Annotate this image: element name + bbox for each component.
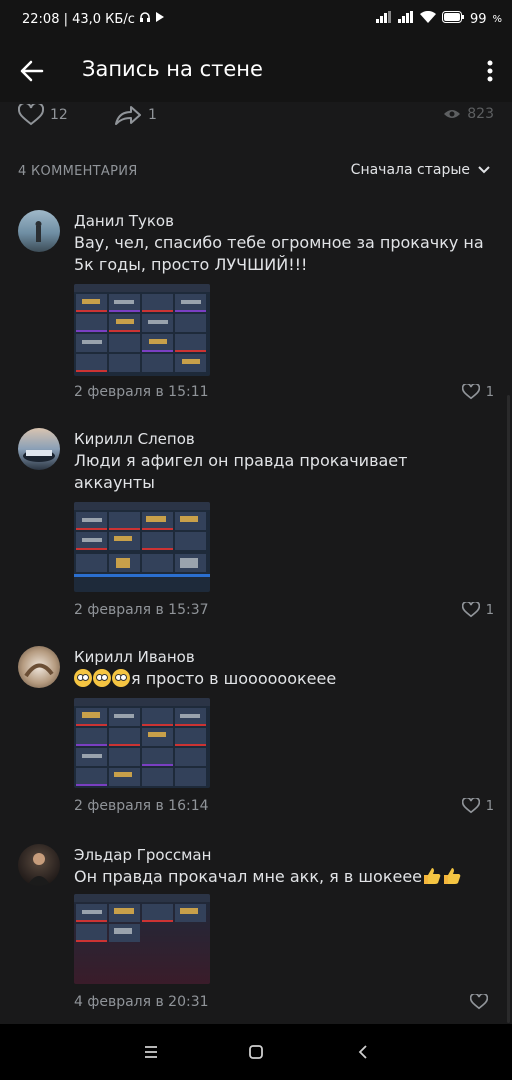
comment-text-row: Он правда прокачал мне акк, я в шокеее [74, 866, 492, 888]
comment-author[interactable]: Эльдар Гроссман [74, 846, 211, 864]
chevron-down-icon [478, 166, 490, 174]
arrow-left-icon [20, 60, 44, 82]
flushed-emoji-icon [74, 669, 92, 687]
share-button[interactable]: 1 [114, 104, 157, 126]
comment-like-button[interactable] [470, 994, 494, 1010]
page-title: Запись на стене [82, 57, 263, 81]
avatar[interactable] [18, 428, 60, 470]
inventory-screenshot [74, 284, 210, 376]
app-header: Запись на стене [0, 40, 512, 102]
share-icon [115, 106, 141, 125]
inventory-screenshot [74, 894, 210, 984]
comment-like-count: 1 [485, 602, 494, 618]
comment-item: Кирилл Иванов я просто в шоооооокеее 2 ф… [0, 644, 512, 824]
comment-like-button[interactable]: 1 [461, 384, 494, 400]
comment-text: я просто в шоооооокеее [131, 669, 337, 688]
headset-icon [139, 11, 151, 27]
avatar[interactable] [18, 646, 60, 688]
heart-icon [461, 384, 480, 400]
system-back-button[interactable] [353, 1042, 373, 1062]
sort-dropdown[interactable]: Сначала старые [351, 162, 490, 178]
views-counter: 823 [443, 106, 494, 122]
status-bar: 22:08 | 43,0 КБ/с 99 % [0, 0, 512, 40]
heart-icon [461, 798, 480, 814]
comment-item: Данил Туков Вау, чел, спасибо тебе огром… [0, 208, 512, 408]
battery-unit: % [492, 13, 502, 25]
home-button[interactable] [246, 1042, 266, 1062]
comment-item: Эльдар Гроссман Он правда прокачал мне а… [0, 842, 512, 1022]
comment-date: 2 февраля в 15:11 [74, 384, 209, 400]
comment-photo[interactable] [74, 698, 210, 788]
heart-icon [461, 602, 480, 618]
more-vertical-icon [487, 60, 493, 82]
shares-count: 1 [148, 107, 157, 123]
thumbs-up-emoji-icon [424, 868, 441, 884]
signal-icon-2 [397, 11, 414, 27]
comment-date: 2 февраля в 16:14 [74, 798, 209, 814]
comment-like-count: 1 [485, 798, 494, 814]
battery-icon [441, 11, 464, 27]
scrollbar[interactable] [507, 395, 510, 1023]
menu-icon [145, 1046, 157, 1058]
avatar[interactable] [18, 844, 60, 886]
comment-author[interactable]: Кирилл Иванов [74, 648, 195, 666]
home-square-icon [249, 1045, 263, 1059]
comment-like-button[interactable]: 1 [461, 798, 494, 814]
post-actions: 12 1 823 [0, 102, 512, 132]
comment-photo[interactable] [74, 894, 210, 984]
system-nav-bar [0, 1024, 512, 1080]
views-count: 823 [467, 106, 494, 122]
comment-author[interactable]: Данил Туков [74, 212, 174, 230]
flushed-emoji-icon [93, 669, 111, 687]
comment-text: Он правда прокачал мне акк, я в шокеее [74, 867, 423, 886]
comments-header: 4 КОММЕНТАРИЯ Сначала старые [0, 150, 512, 190]
comment-item: Кирилл Слепов Люди я афигел он правда пр… [0, 426, 512, 626]
recent-apps-button[interactable] [141, 1042, 161, 1062]
comment-author[interactable]: Кирилл Слепов [74, 430, 195, 448]
comment-photo[interactable] [74, 284, 210, 376]
comment-like-count: 1 [485, 384, 494, 400]
comments-count: 4 КОММЕНТАРИЯ [18, 164, 138, 179]
chevron-left-icon [358, 1045, 367, 1059]
signal-icon [375, 11, 392, 27]
likes-count: 12 [50, 107, 68, 123]
sort-label: Сначала старые [350, 162, 470, 178]
flushed-emoji-icon [112, 669, 130, 687]
comment-photo[interactable] [74, 502, 210, 592]
avatar[interactable] [18, 210, 60, 252]
battery-level: 99 [469, 11, 487, 27]
comment-text: Люди я афигел он правда прокачивает акка… [74, 451, 408, 492]
inventory-screenshot [74, 698, 210, 788]
back-button[interactable] [18, 58, 46, 84]
thumbs-up-emoji-icon [444, 868, 461, 884]
more-menu-button[interactable] [482, 58, 498, 84]
comment-text: Вау, чел, спасибо тебе огромное за прока… [74, 233, 484, 274]
wifi-icon [419, 10, 436, 27]
comment-date: 2 февраля в 15:37 [74, 602, 209, 618]
status-time: 22:08 | 43,0 КБ/с [22, 11, 135, 27]
play-icon [155, 11, 165, 27]
comment-date: 4 февраля в 20:31 [74, 994, 209, 1010]
eye-icon [444, 110, 461, 118]
like-button[interactable]: 12 [18, 104, 68, 126]
heart-icon [18, 104, 44, 126]
comment-text-row: я просто в шоооооокеее [74, 668, 492, 690]
comment-like-button[interactable]: 1 [461, 602, 494, 618]
inventory-screenshot [74, 502, 210, 592]
heart-icon [470, 994, 488, 1010]
